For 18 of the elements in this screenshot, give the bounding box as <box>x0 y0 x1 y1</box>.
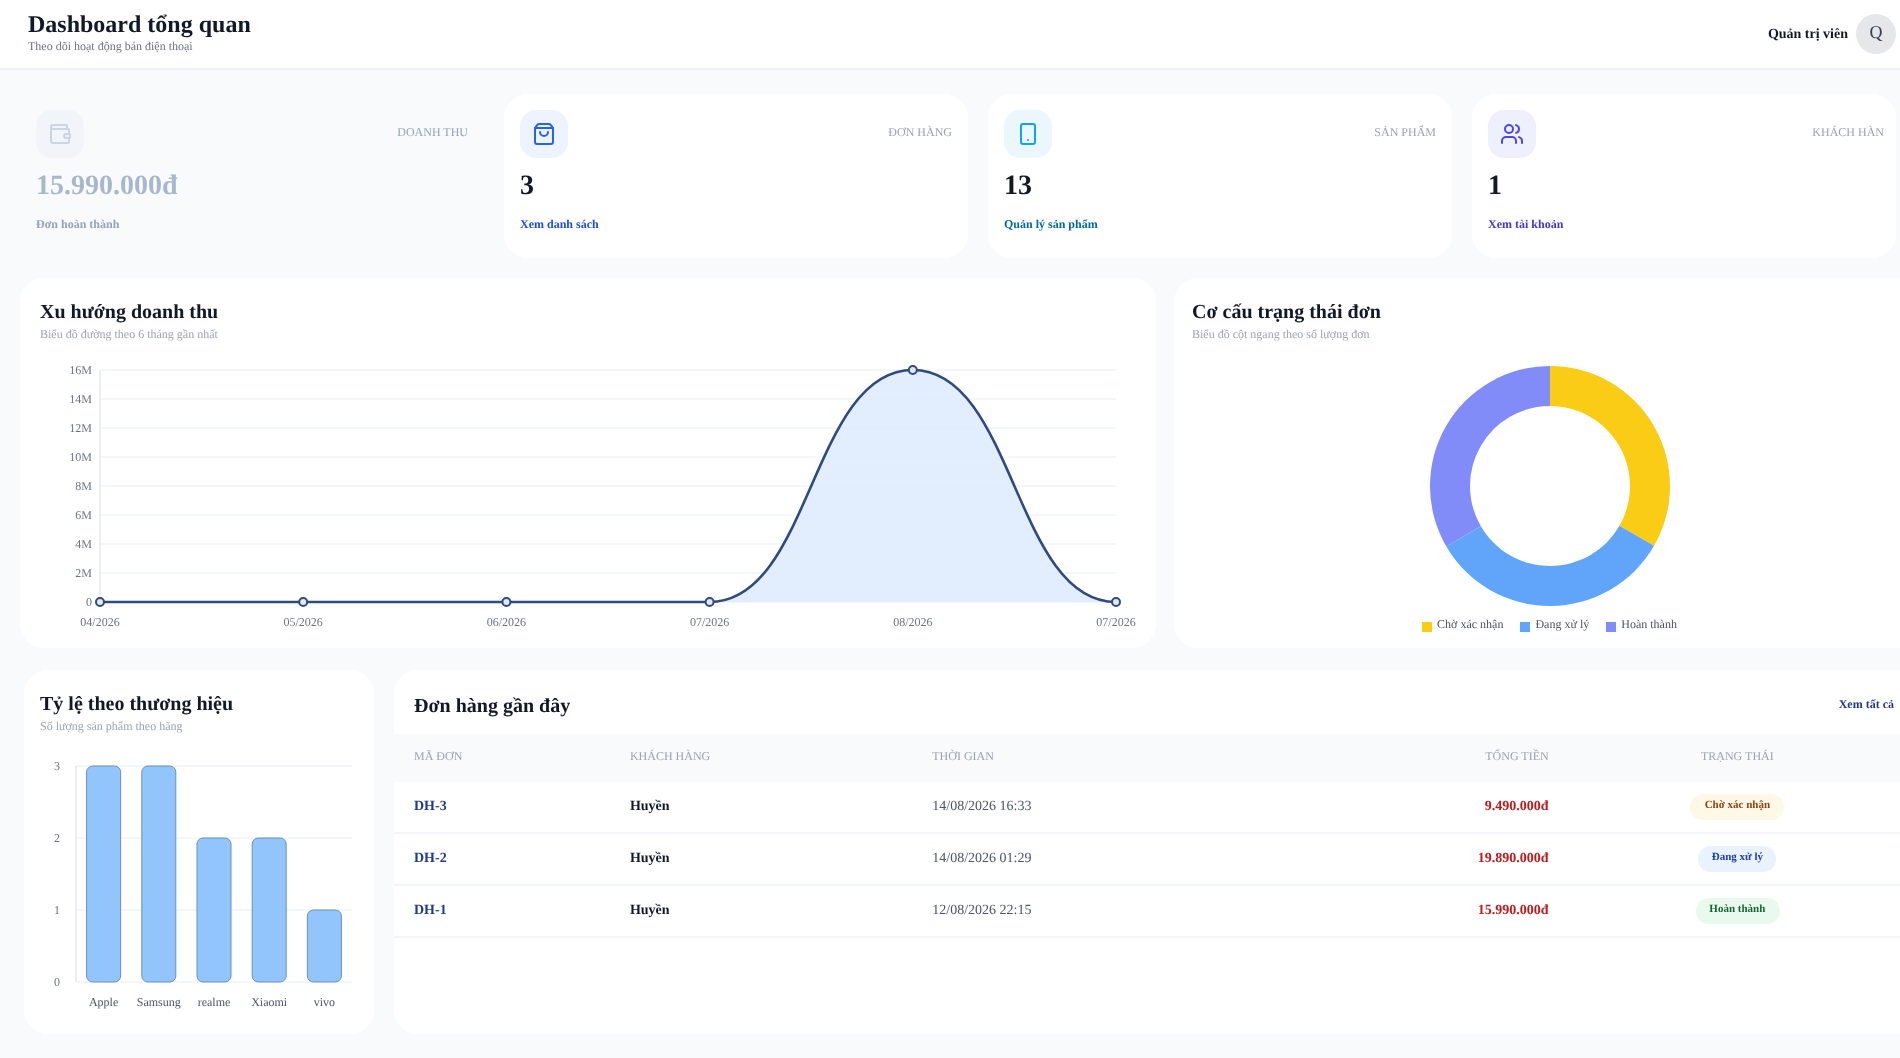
user-avatar[interactable]: Q <box>1856 14 1896 54</box>
wallet-icon <box>48 122 72 146</box>
users-icon <box>1500 122 1524 146</box>
card-title: Đơn hàng gần đây <box>414 693 571 721</box>
bag-icon <box>532 122 556 146</box>
stat-value: 3 <box>520 174 536 202</box>
page-title: Dashboard tổng quan <box>28 10 251 40</box>
bar <box>306 909 342 983</box>
stat-value: 13 <box>1004 174 1034 202</box>
stat-value: 15.990.000đ <box>36 174 180 202</box>
legend-swatch <box>1421 622 1432 632</box>
legend-swatch <box>1519 622 1530 632</box>
card-title: Xu hướng doanh thu <box>40 300 221 328</box>
card-title: Tỷ lệ theo thương hiệu <box>40 692 236 720</box>
phone-icon <box>1016 122 1040 146</box>
card-title: Cơ cấu trạng thái đơn <box>1192 300 1383 328</box>
legend-swatch <box>1605 622 1616 632</box>
stat-value: 1 <box>1488 174 1504 202</box>
